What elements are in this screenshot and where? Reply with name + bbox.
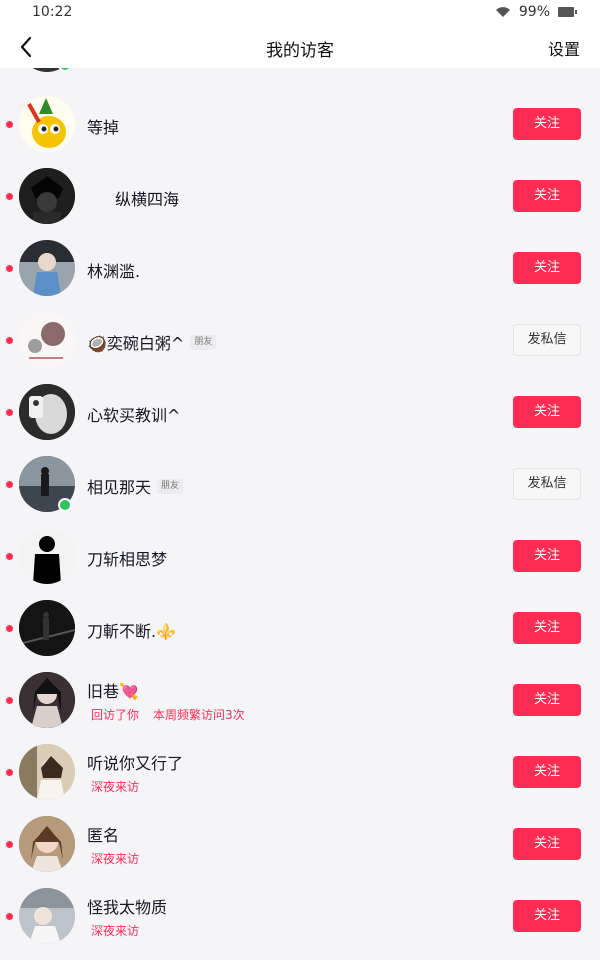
visitor-list: 等掉 关注 纵横四海 关注 林渊滥. 关注 🥥奕碗白粥^ 朋友 发私信 心软买教… (0, 68, 600, 960)
status-time: 10:22 (32, 4, 73, 20)
avatar-image (19, 168, 75, 224)
list-item[interactable]: 旧巷💘 回访了你 本周频繁访问3次 关注 (0, 664, 600, 736)
avatar[interactable] (19, 384, 75, 440)
avatar[interactable] (19, 240, 75, 296)
online-indicator (58, 498, 72, 512)
visitor-name[interactable]: 纵横四海 (115, 186, 179, 210)
message-button[interactable]: 发私信 (513, 468, 581, 500)
list-item[interactable]: 林渊滥. 关注 (0, 232, 600, 304)
new-visitor-dot (6, 913, 13, 920)
follow-button[interactable]: 关注 (513, 252, 581, 284)
follow-button[interactable]: 关注 (513, 756, 581, 788)
avatar-image (19, 528, 75, 584)
status-bar: 10:22 99% (0, 0, 600, 26)
avatar[interactable] (19, 672, 75, 728)
online-indicator (58, 68, 72, 72)
list-item[interactable]: 怪我太物质 深夜来访 关注 (0, 880, 600, 952)
avatar-image (19, 384, 75, 440)
new-visitor-dot (6, 841, 13, 848)
settings-button[interactable]: 设置 (548, 36, 580, 60)
visitor-name[interactable]: 刀斬不断.⚜️ (87, 618, 176, 642)
visitor-name[interactable]: 等掉 (87, 114, 119, 138)
visitor-name[interactable]: 🥥奕碗白粥^ 朋友 (87, 330, 217, 354)
visit-info: 深夜来访 (91, 778, 139, 795)
list-item[interactable]: 刀斬不断.⚜️ 关注 (0, 592, 600, 664)
follow-button[interactable]: 关注 (513, 108, 581, 140)
avatar[interactable] (19, 96, 75, 152)
list-item-partial[interactable] (0, 68, 600, 80)
visitor-name[interactable]: 旧巷💘 (87, 678, 139, 702)
visitor-name[interactable]: 怪我太物质 (87, 894, 167, 918)
new-visitor-dot (6, 409, 13, 416)
new-visitor-dot (6, 121, 13, 128)
new-visitor-dot (6, 625, 13, 632)
battery-level: 99% (518, 4, 550, 20)
follow-button[interactable]: 关注 (513, 684, 581, 716)
avatar-image (19, 96, 75, 152)
list-item[interactable]: 听说你又行了 深夜来访 关注 (0, 736, 600, 808)
visit-tag: 深夜来访 (91, 852, 140, 866)
visitor-name[interactable]: 匿名 (87, 822, 119, 846)
visit-info: 深夜来访 (91, 922, 139, 939)
follow-button[interactable]: 关注 (513, 612, 581, 644)
follow-button[interactable]: 关注 (513, 900, 581, 932)
visit-info: 深夜来访 (91, 850, 139, 867)
list-item[interactable]: 刀斩相思梦 关注 (0, 520, 600, 592)
new-visitor-dot (6, 265, 13, 272)
wifi-icon (495, 7, 510, 17)
visit-tag: 深夜来访 (91, 780, 140, 794)
list-item[interactable]: 🥥奕碗白粥^ 朋友 发私信 (0, 304, 600, 376)
follow-button[interactable]: 关注 (513, 180, 581, 212)
avatar-image (19, 600, 75, 656)
battery-icon (558, 7, 577, 17)
avatar-image (19, 816, 75, 872)
visit-info: 回访了你 本周频繁访问3次 (91, 706, 245, 723)
visit-tag: 本周频繁访问3次 (153, 708, 245, 722)
follow-button[interactable]: 关注 (513, 828, 581, 860)
avatar[interactable] (19, 816, 75, 872)
avatar-image (19, 240, 75, 296)
new-visitor-dot (6, 697, 13, 704)
avatar-image (19, 744, 75, 800)
new-visitor-dot (6, 193, 13, 200)
message-button[interactable]: 发私信 (513, 324, 581, 356)
avatar[interactable] (19, 744, 75, 800)
visitor-name[interactable]: 听说你又行了 (87, 750, 183, 774)
visitor-name[interactable]: 林渊滥. (87, 258, 140, 282)
visit-tag: 深夜来访 (91, 924, 140, 938)
friend-tag: 朋友 (190, 334, 217, 350)
list-item[interactable]: 心软买教训^ 关注 (0, 376, 600, 448)
new-visitor-dot (6, 769, 13, 776)
list-item[interactable]: 匿名 深夜来访 关注 (0, 808, 600, 880)
visitor-name[interactable]: 相见那天 朋友 (87, 474, 184, 498)
avatar[interactable] (19, 888, 75, 944)
avatar-image (19, 312, 75, 368)
visitor-name[interactable]: 刀斩相思梦 (87, 546, 167, 570)
visit-tag: 回访了你 (91, 708, 140, 722)
avatar-image (19, 672, 75, 728)
visitor-name[interactable]: 心软买教训^ (87, 402, 180, 426)
follow-button[interactable]: 关注 (513, 540, 581, 572)
new-visitor-dot (6, 337, 13, 344)
page-title: 我的访客 (266, 41, 334, 61)
new-visitor-dot (6, 553, 13, 560)
list-item[interactable]: 相见那天 朋友 发私信 (0, 448, 600, 520)
list-item[interactable]: 等掉 关注 (0, 88, 600, 160)
follow-button[interactable]: 关注 (513, 396, 581, 428)
nav-bar: 我的访客 设置 (0, 26, 600, 68)
avatar[interactable] (19, 312, 75, 368)
new-visitor-dot (6, 481, 13, 488)
avatar-image (19, 888, 75, 944)
avatar[interactable] (19, 528, 75, 584)
avatar[interactable] (19, 600, 75, 656)
list-item[interactable]: 纵横四海 关注 (0, 160, 600, 232)
avatar[interactable] (19, 168, 75, 224)
friend-tag: 朋友 (157, 478, 184, 494)
